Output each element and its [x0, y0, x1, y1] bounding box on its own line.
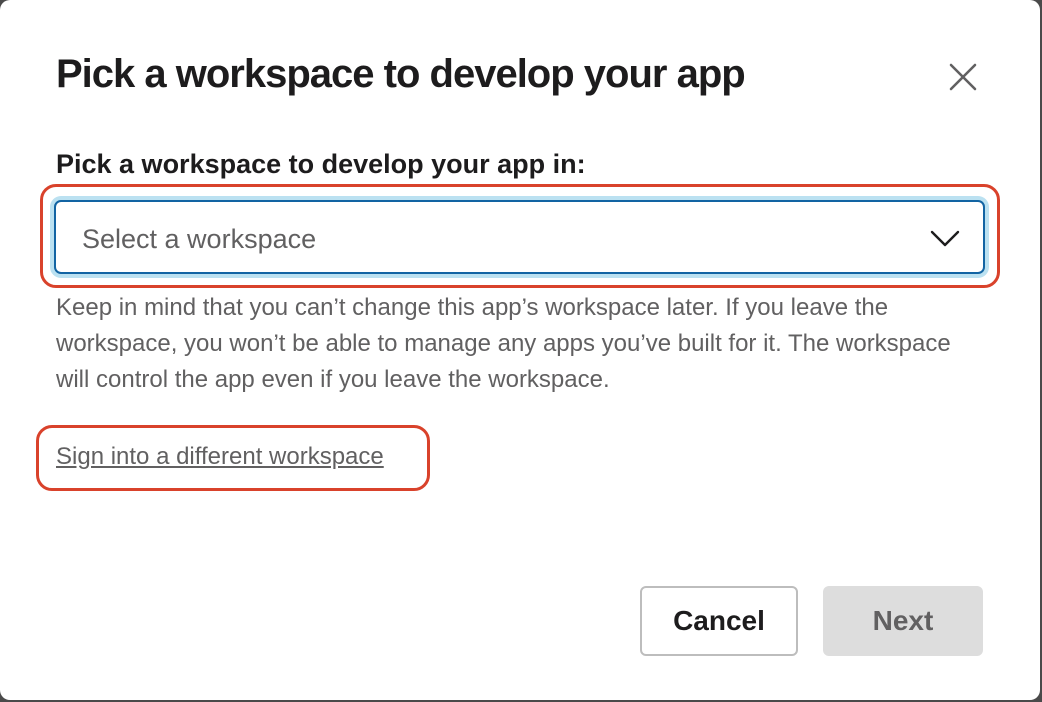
- cancel-button[interactable]: Cancel: [640, 586, 798, 656]
- workspace-select[interactable]: Select a workspace: [54, 200, 985, 274]
- workspace-select-placeholder: Select a workspace: [82, 224, 317, 254]
- workspace-helper-text: Keep in mind that you can’t change this …: [56, 294, 951, 393]
- close-button[interactable]: [938, 52, 988, 102]
- chevron-down-icon: [930, 230, 960, 247]
- dialog-title: Pick a workspace to develop your app: [56, 52, 746, 96]
- close-icon: [949, 63, 977, 91]
- next-button[interactable]: Next: [823, 586, 983, 656]
- sign-into-different-workspace-link[interactable]: Sign into a different workspace: [56, 440, 384, 474]
- pick-workspace-dialog: Pick a workspace to develop your app Pic…: [0, 0, 1040, 700]
- workspace-field-label: Pick a workspace to develop your app in:: [56, 149, 586, 179]
